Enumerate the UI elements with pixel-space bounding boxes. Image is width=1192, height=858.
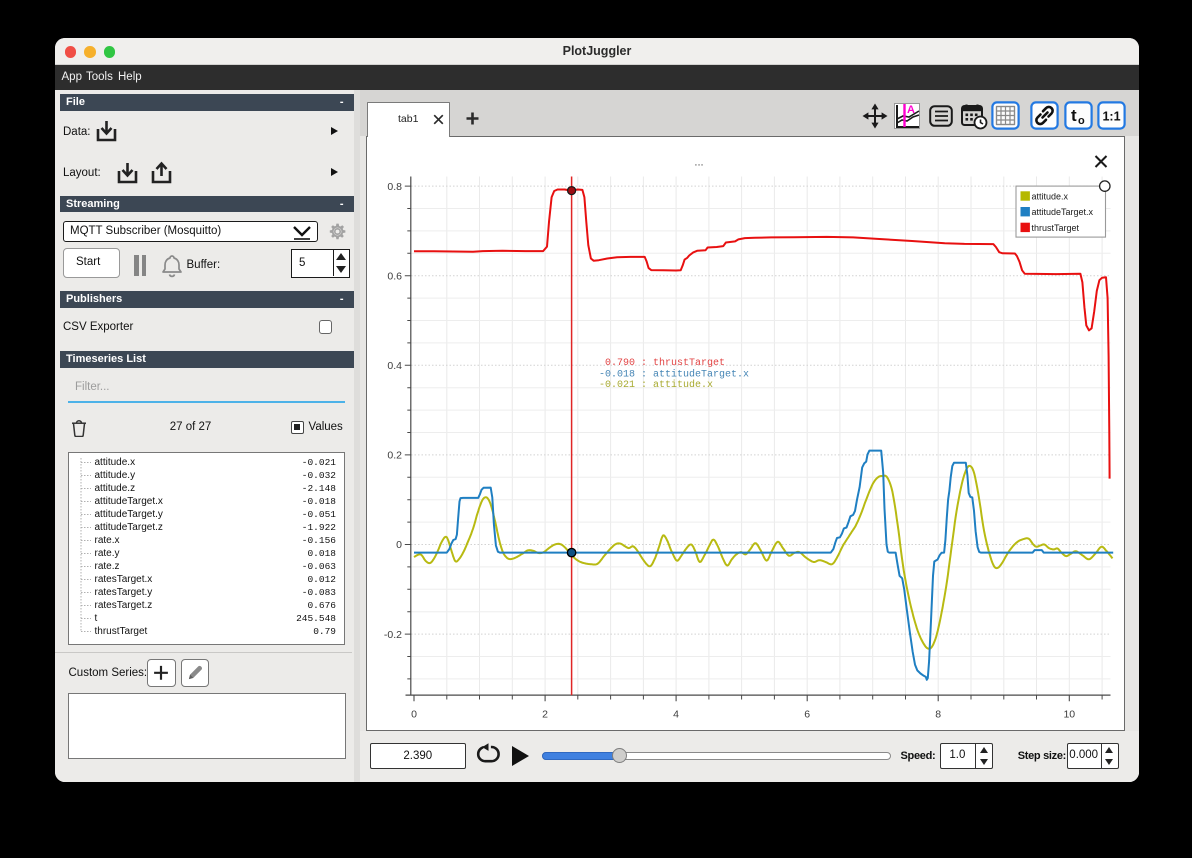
svg-text:-0.021 : attitude.x: -0.021 : attitude.x — [599, 379, 713, 391]
svg-text:o: o — [1078, 115, 1085, 127]
svg-text:0.790 : thrustTarget: 0.790 : thrustTarget — [599, 357, 725, 369]
svg-text:thrustTarget: thrustTarget — [1032, 222, 1080, 232]
svg-text:0.6: 0.6 — [387, 270, 402, 282]
svg-text:-0.018 : attitudeTarget.x: -0.018 : attitudeTarget.x — [599, 368, 749, 380]
svg-text:0: 0 — [411, 708, 417, 720]
svg-text:0.8: 0.8 — [387, 180, 402, 192]
svg-text:0.2: 0.2 — [387, 449, 402, 461]
svg-text:...: ... — [694, 156, 703, 168]
svg-text:-0.2: -0.2 — [384, 628, 402, 640]
svg-text:6: 6 — [804, 708, 810, 720]
svg-text:attitudeTarget.x: attitudeTarget.x — [1032, 207, 1094, 217]
svg-text:4: 4 — [673, 708, 679, 720]
svg-text:t: t — [1071, 106, 1077, 125]
svg-text:8: 8 — [935, 708, 941, 720]
svg-text:1:1: 1:1 — [1102, 110, 1120, 124]
svg-text:attitude.x: attitude.x — [1032, 191, 1069, 201]
svg-text:0: 0 — [396, 539, 402, 551]
svg-text:0.4: 0.4 — [387, 360, 402, 372]
svg-text:A: A — [907, 104, 915, 116]
svg-text:10: 10 — [1063, 708, 1075, 720]
svg-text:2: 2 — [542, 708, 548, 720]
